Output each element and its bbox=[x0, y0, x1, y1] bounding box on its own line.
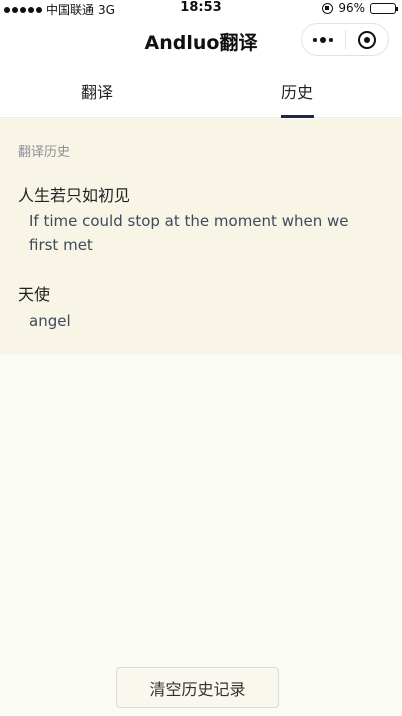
battery-percent: 96% bbox=[338, 1, 365, 15]
status-bar: 中国联通 3G 18:53 96% bbox=[0, 0, 402, 18]
tab-translate[interactable]: 翻译 bbox=[80, 79, 114, 103]
tab-history[interactable]: 历史 bbox=[280, 79, 314, 103]
navigation-bar: Andluo翻译 bbox=[0, 18, 402, 64]
battery-icon bbox=[370, 2, 398, 14]
target-circle-icon bbox=[357, 30, 376, 49]
clear-history-button[interactable]: 清空历史记录 bbox=[116, 667, 279, 708]
more-dots-icon bbox=[313, 36, 334, 43]
history-entry-source[interactable]: 人生若只如初见 bbox=[18, 182, 130, 206]
active-tab-indicator bbox=[281, 115, 314, 118]
phone-screen: 中国联通 3G 18:53 96% Andluo翻译 翻译 历史 翻译历史 人生… bbox=[0, 0, 402, 716]
rotation-lock-icon bbox=[322, 2, 334, 14]
mini-program-capsule bbox=[301, 23, 389, 56]
more-button[interactable] bbox=[302, 24, 345, 55]
history-entry-source[interactable]: 天使 bbox=[18, 281, 50, 305]
history-entry-translation[interactable]: If time could stop at the moment when we… bbox=[29, 209, 369, 257]
tab-bar: 翻译 历史 bbox=[0, 64, 402, 118]
history-panel: 翻译历史 人生若只如初见 If time could stop at the m… bbox=[0, 119, 402, 354]
close-mini-program-button[interactable] bbox=[346, 24, 389, 55]
status-bar-right: 96% bbox=[322, 1, 398, 15]
history-section-title: 翻译历史 bbox=[18, 145, 71, 160]
history-entry-translation[interactable]: angel bbox=[29, 309, 369, 333]
